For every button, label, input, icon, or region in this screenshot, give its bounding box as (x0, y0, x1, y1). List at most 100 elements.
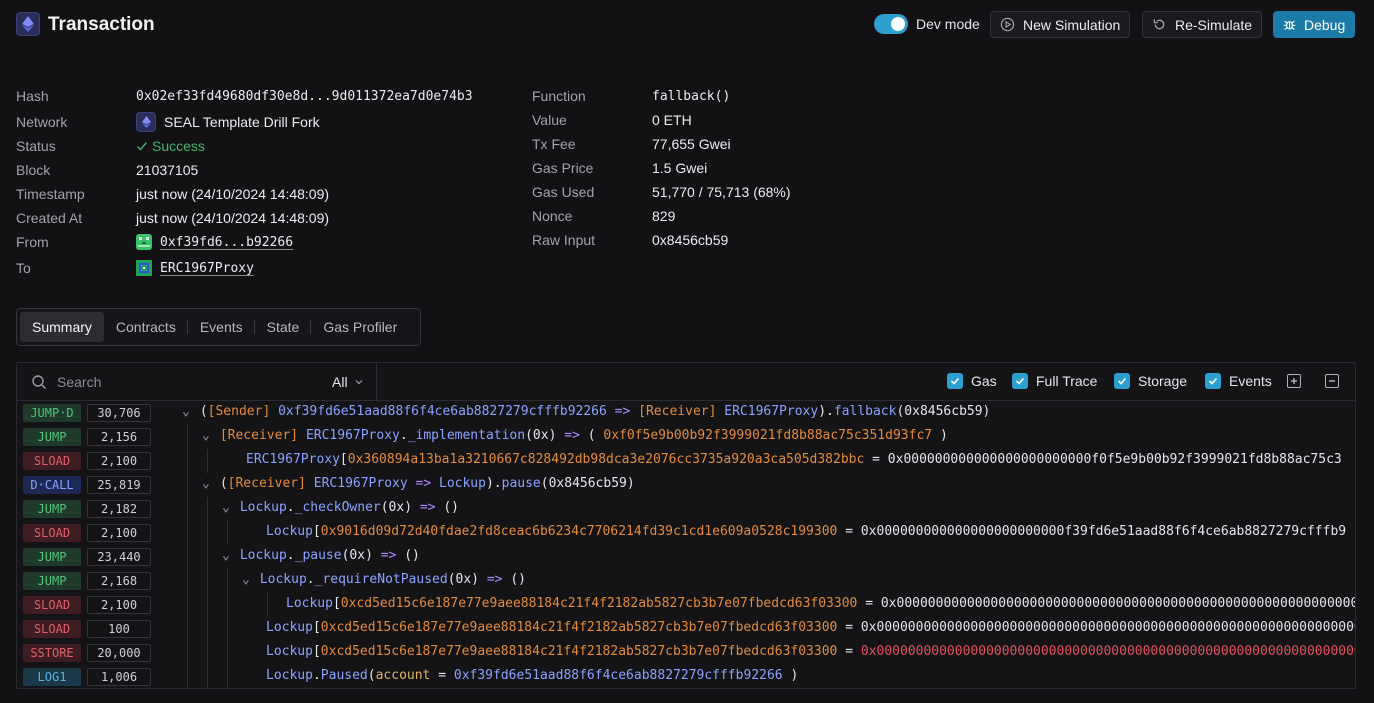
status-value: Success (136, 138, 205, 154)
storage-value: 0x000000000000000000000000f39fd6e51aad88… (860, 524, 1347, 539)
search-placeholder[interactable]: Search (57, 374, 101, 390)
gas-toggle[interactable]: Gas (947, 373, 997, 389)
to-value[interactable]: ERC1967Proxy (136, 260, 254, 276)
call-args: (0x) (447, 572, 479, 587)
tab-events[interactable]: Events (188, 312, 255, 342)
status-text: Success (152, 138, 205, 154)
raw-input-value[interactable]: 0x8456cb59 (652, 232, 728, 248)
gas-badge: 30,706 (87, 404, 151, 422)
network-name: SEAL Template Drill Fork (164, 114, 320, 130)
trace-row[interactable]: JUMP 23,440 ⌄ Lockup._pause(0x) => () (17, 545, 1355, 569)
trace-toolbar: Search All Gas Full Trace Storage Events (17, 363, 1355, 401)
trace-filter-select[interactable]: All (332, 374, 364, 390)
block-value: 21037105 (136, 162, 199, 178)
hash-value[interactable]: 0x02ef33fd49680df30e8d...9d011372ea7d0e7… (136, 89, 473, 104)
function-name: _pause (294, 548, 342, 563)
full-trace-toggle-label: Full Trace (1036, 373, 1098, 389)
call-args: (0x) (341, 548, 373, 563)
checkbox-checked-icon (1012, 373, 1028, 389)
event-log: Lockup.Paused(account = 0xf39fd6e51aad88… (266, 668, 799, 683)
trace-row[interactable]: SLOAD 2,100 Lockup[0x9016d09d72d40fdae2f… (17, 521, 1355, 545)
trace-row[interactable]: SSTORE 20,000 Lockup[0xcd5ed15c6e187e77e… (17, 641, 1355, 665)
chevron-down-icon[interactable]: ⌄ (222, 500, 230, 515)
gas-price-value: 1.5 Gwei (652, 160, 708, 176)
chevron-down-icon[interactable]: ⌄ (242, 572, 250, 587)
checkbox-checked-icon (947, 373, 963, 389)
debug-button[interactable]: Debug (1273, 11, 1356, 38)
opcode-badge: SLOAD (23, 524, 81, 542)
trace-row[interactable]: JUMP 2,168 ⌄ Lockup._requireNotPaused(0x)… (17, 569, 1355, 593)
new-simulation-button[interactable]: New Simulation (990, 11, 1131, 38)
arrow: => (486, 572, 503, 587)
gas-badge: 2,100 (87, 452, 151, 470)
contract-name: ERC1967Proxy (313, 476, 408, 491)
arrow: => (415, 476, 432, 491)
full-trace-toggle[interactable]: Full Trace (1012, 373, 1097, 389)
equals: = (865, 596, 874, 611)
trace-call: ⌄ [Receiver] ERC1967Proxy._implementation… (202, 428, 948, 443)
contract-name: ERC1967Proxy (246, 452, 340, 467)
tab-contracts[interactable]: Contracts (104, 312, 188, 342)
opcode-badge: JUMP (23, 500, 81, 518)
trace-row[interactable]: JUMP 2,156 ⌄ [Receiver] ERC1967Proxy._imp… (17, 425, 1355, 449)
storage-toggle-label: Storage (1138, 373, 1188, 389)
trace-search[interactable]: Search All (17, 363, 377, 401)
tab-gas-profiler[interactable]: Gas Profiler (311, 312, 409, 342)
gas-badge: 25,819 (87, 476, 151, 494)
to-contract[interactable]: ERC1967Proxy (160, 261, 254, 276)
tx-fee-value: 77,655 Gwei (652, 136, 731, 152)
checkbox-checked-icon (1114, 373, 1130, 389)
ethereum-logo-icon (16, 12, 40, 36)
events-toggle[interactable]: Events (1205, 373, 1272, 389)
re-simulate-label: Re-Simulate (1175, 16, 1253, 33)
chevron-down-icon[interactable]: ⌄ (222, 548, 230, 563)
chevron-down-icon[interactable]: ⌄ (182, 404, 190, 419)
from-address[interactable]: 0xf39fd6...b92266 (160, 235, 293, 250)
tab-events-label: Events (199, 319, 243, 335)
from-value[interactable]: 0xf39fd6...b92266 (136, 234, 293, 250)
collapse-all-icon[interactable] (1325, 374, 1339, 388)
re-simulate-button[interactable]: Re-Simulate (1142, 11, 1263, 38)
tab-summary[interactable]: Summary (20, 312, 104, 342)
gas-badge: 2,156 (87, 428, 151, 446)
function-value: fallback() (652, 89, 731, 104)
check-icon (137, 142, 148, 151)
trace-row[interactable]: D·CALL 25,819 ⌄ ([Receiver] ERC1967Proxy … (17, 473, 1355, 497)
trace-row[interactable]: JUMP·D 30,706 ⌄ ([Sender] 0xf39fd6e51aad8… (17, 401, 1355, 425)
receiver-tag: [Receiver] (219, 428, 299, 443)
trace-call: ⌄ ([Receiver] ERC1967Proxy => Lockup).pau… (202, 476, 635, 491)
dev-mode-toggle[interactable] (874, 14, 908, 34)
contract-name: Lockup (286, 596, 333, 611)
event-param-value: 0xf39fd6e51aad88f6f4ce6ab8827279cfffb922… (453, 668, 783, 683)
gas-toggle-label: Gas (971, 373, 997, 389)
trace-row[interactable]: SLOAD 2,100 ERC1967Proxy[0x360894a13ba1a… (17, 449, 1355, 473)
chevron-down-icon[interactable]: ⌄ (202, 476, 210, 491)
trace-row[interactable]: SLOAD 100 Lockup[0xcd5ed15c6e187e77e9aee… (17, 617, 1355, 641)
gas-badge: 2,100 (87, 524, 151, 542)
tab-bar: Summary Contracts Events State Gas Profi… (16, 308, 421, 346)
expand-all-icon[interactable] (1287, 374, 1301, 388)
trace-row[interactable]: SLOAD 2,100 Lockup[0xcd5ed15c6e187e77e9a… (17, 593, 1355, 617)
function-name: pause (501, 476, 541, 491)
opcode-badge: SLOAD (23, 452, 81, 470)
storage-read: Lockup[0xcd5ed15c6e187e77e9aee88184c21f4… (266, 620, 1355, 635)
chevron-down-icon[interactable]: ⌄ (202, 428, 210, 443)
arrow: => (614, 404, 631, 419)
to-label: To (16, 260, 31, 276)
call-input: (0x8456cb59) (896, 404, 991, 419)
function-label: Function (532, 88, 586, 104)
contract-name: Lockup (266, 668, 313, 683)
tab-state[interactable]: State (255, 312, 312, 342)
search-icon (32, 375, 46, 389)
function-name: _implementation (407, 428, 526, 443)
sender-tag: [Sender] (207, 404, 271, 419)
arrow: => (419, 500, 436, 515)
trace-row[interactable]: JUMP 2,182 ⌄ Lockup._checkOwner(0x) => () (17, 497, 1355, 521)
event-name: Paused (320, 668, 368, 683)
trace-row[interactable]: LOG1 1,006 Lockup.Paused(account = 0xf39… (17, 665, 1355, 688)
nonce-label: Nonce (532, 208, 573, 224)
contract-name: ERC1967Proxy (305, 428, 400, 443)
call-input: (0x8456cb59) (540, 476, 635, 491)
storage-toggle[interactable]: Storage (1114, 373, 1187, 389)
network-eth-icon (136, 112, 156, 132)
